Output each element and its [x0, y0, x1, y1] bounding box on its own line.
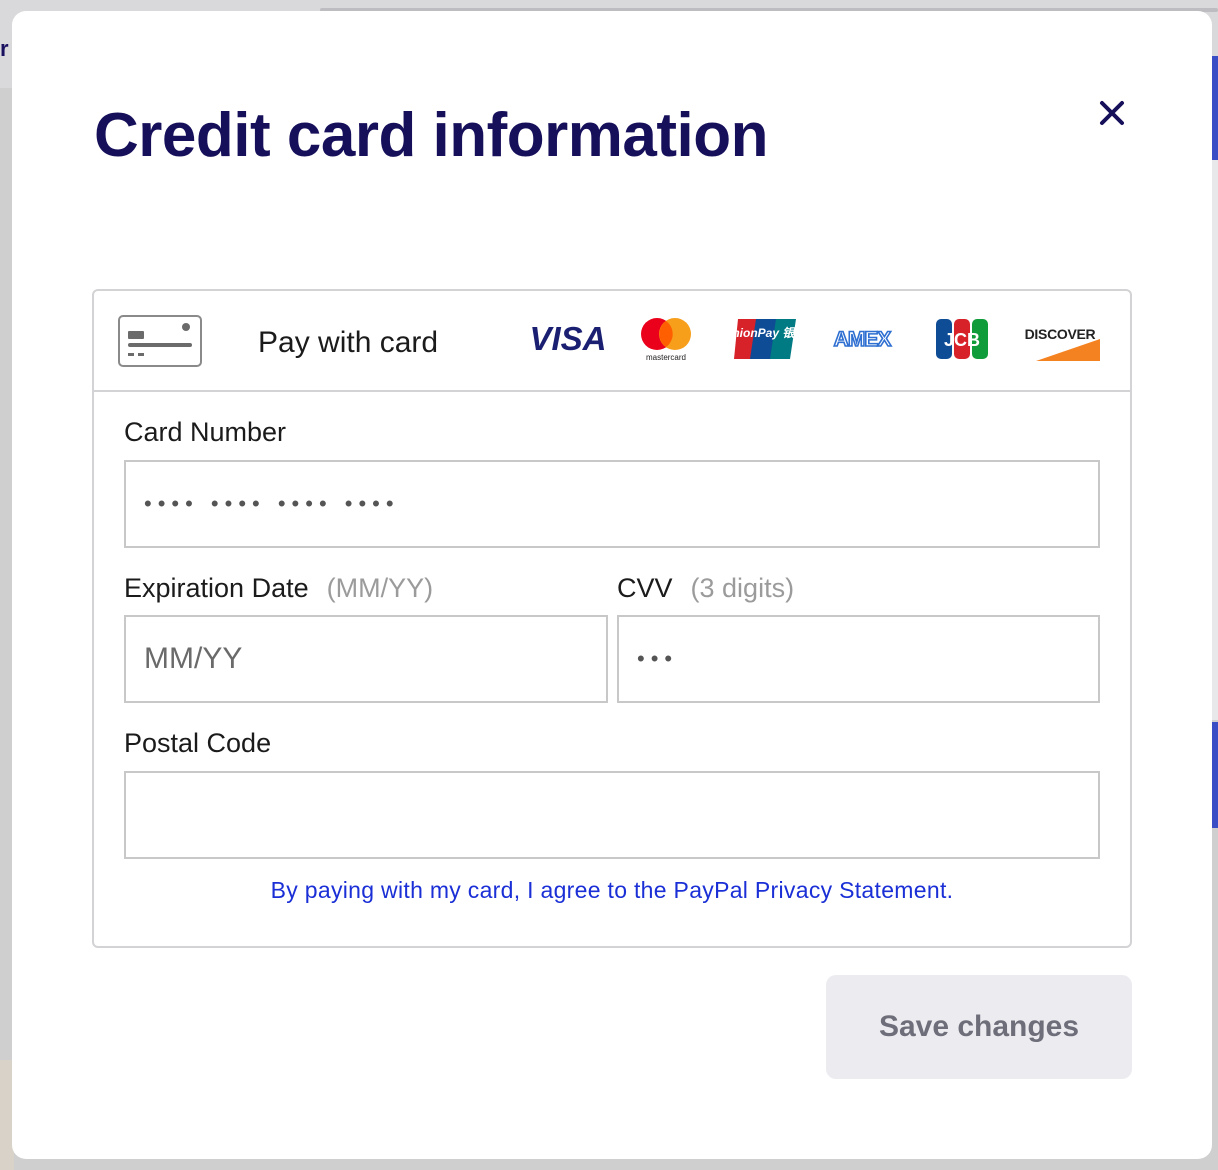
discover-logo-icon: DISCOVER: [1025, 326, 1100, 361]
credit-card-modal: Credit card information Pay with card VI…: [12, 11, 1212, 1159]
mastercard-logo-text: mastercard: [646, 353, 686, 362]
card-number-field[interactable]: •••• •••• •••• ••••: [124, 460, 1100, 548]
cvv-hint: (3 digits): [690, 573, 795, 603]
cvv-label-row: CVV (3 digits): [617, 571, 794, 605]
visa-logo-text: VISA: [529, 320, 606, 357]
modal-title: Credit card information: [94, 101, 769, 170]
expiration-label-row: Expiration Date (MM/YY): [124, 571, 433, 605]
discover-logo-text: DISCOVER: [1025, 326, 1096, 342]
save-changes-button[interactable]: Save changes: [826, 975, 1132, 1079]
card-form-panel: Pay with card VISA mastercard UnionPay 银…: [92, 289, 1132, 948]
credit-card-icon: [118, 315, 202, 367]
cvv-field[interactable]: •••: [617, 615, 1100, 703]
expiration-placeholder: MM/YY: [144, 642, 243, 675]
background-text-fragment: r: [0, 36, 9, 61]
pay-with-card-label: Pay with card: [258, 326, 439, 359]
visa-logo-icon: VISA: [529, 320, 606, 357]
amex-logo-text: AMEX: [834, 328, 892, 351]
close-button[interactable]: [1092, 93, 1132, 133]
pay-with-card-header: Pay with card VISA mastercard UnionPay 银…: [94, 291, 1130, 392]
mastercard-logo-icon: mastercard: [641, 318, 691, 362]
jcb-logo-icon: JCB: [936, 319, 988, 359]
unionpay-logo-text: UnionPay 银联: [732, 326, 798, 340]
postal-code-field[interactable]: [124, 771, 1100, 859]
expiration-label: Expiration Date: [124, 573, 309, 603]
cvv-label: CVV: [617, 573, 673, 603]
amex-logo-icon: AMEX: [833, 327, 893, 352]
postal-code-label: Postal Code: [124, 728, 272, 758]
expiration-hint: (MM/YY): [326, 573, 434, 603]
card-number-label: Card Number: [124, 417, 287, 447]
privacy-statement-link[interactable]: By paying with my card, I agree to the P…: [94, 877, 1130, 904]
cvv-placeholder: •••: [637, 646, 679, 671]
jcb-logo-text: JCB: [944, 330, 980, 350]
close-icon: [1100, 101, 1124, 125]
expiration-date-field[interactable]: MM/YY: [124, 615, 608, 703]
card-number-placeholder: •••• •••• •••• ••••: [144, 491, 400, 516]
unionpay-logo-icon: UnionPay 银联: [732, 319, 798, 359]
